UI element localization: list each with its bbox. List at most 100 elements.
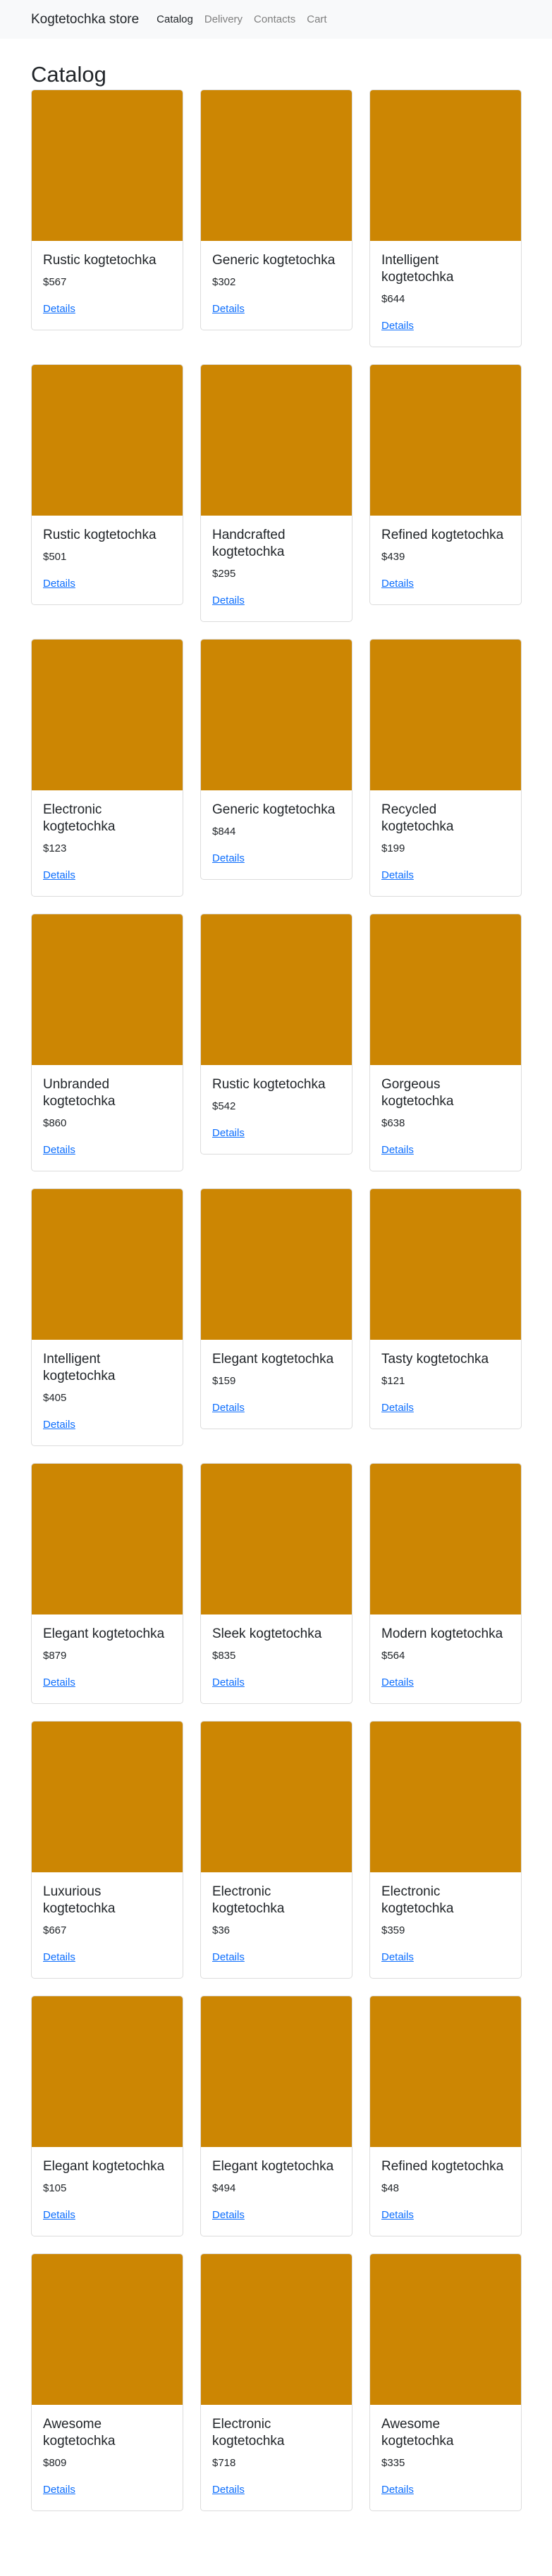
product-details-link[interactable]: Details xyxy=(43,2484,75,2496)
product-price: $405 xyxy=(43,1392,67,1404)
product-card-body: Unbranded kogtetochka $860 Details xyxy=(32,1065,183,1171)
product-details-link[interactable]: Details xyxy=(43,1419,75,1431)
product-image xyxy=(370,1996,521,2147)
nav-link-delivery[interactable]: Delivery xyxy=(204,13,243,25)
product-price: $501 xyxy=(43,551,67,563)
product-card: Modern kogtetochka $564 Details xyxy=(369,1463,522,1704)
product-details-link[interactable]: Details xyxy=(381,1402,414,1414)
product-card: Recycled kogtetochka $199 Details xyxy=(369,639,522,897)
product-price: $105 xyxy=(43,2182,67,2194)
product-name: Refined kogtetochka xyxy=(381,528,504,542)
product-card-body: Awesome kogtetochka $809 Details xyxy=(32,2405,183,2510)
product-card-body: Awesome kogtetochka $335 Details xyxy=(370,2405,521,2510)
product-details-link[interactable]: Details xyxy=(381,2484,414,2496)
product-name: Electronic kogtetochka xyxy=(212,1884,285,1916)
nav-link-contacts[interactable]: Contacts xyxy=(254,13,295,25)
product-card-body: Recycled kogtetochka $199 Details xyxy=(370,790,521,896)
product-image xyxy=(370,365,521,516)
product-image xyxy=(32,365,183,516)
product-details-link[interactable]: Details xyxy=(381,1676,414,1688)
product-details-link[interactable]: Details xyxy=(43,578,75,590)
product-name: Rustic kogtetochka xyxy=(43,253,157,268)
product-image xyxy=(32,90,183,241)
product-name: Elegant kogtetochka xyxy=(43,2159,165,2174)
product-card-body: Generic kogtetochka $844 Details xyxy=(201,790,352,879)
product-details-link[interactable]: Details xyxy=(381,1951,414,1963)
product-name: Electronic kogtetochka xyxy=(212,2417,285,2449)
product-price: $359 xyxy=(381,1924,405,1936)
product-card: Elegant kogtetochka $494 Details xyxy=(200,1996,352,2236)
product-card-body: Rustic kogtetochka $501 Details xyxy=(32,516,183,604)
product-details-link[interactable]: Details xyxy=(212,852,245,864)
product-card: Gorgeous kogtetochka $638 Details xyxy=(369,914,522,1171)
product-price: $494 xyxy=(212,2182,236,2194)
product-card: Rustic kogtetochka $542 Details xyxy=(200,914,352,1155)
product-card: Elegant kogtetochka $105 Details xyxy=(31,1996,183,2236)
product-details-link[interactable]: Details xyxy=(381,869,414,881)
product-name: Recycled kogtetochka xyxy=(381,802,454,834)
product-price: $835 xyxy=(212,1650,236,1662)
product-details-link[interactable]: Details xyxy=(212,1676,245,1688)
product-image xyxy=(201,2254,352,2405)
product-name: Rustic kogtetochka xyxy=(212,1077,326,1092)
product-details-link[interactable]: Details xyxy=(212,1402,245,1414)
page-title: Catalog xyxy=(31,62,106,87)
product-name: Electronic kogtetochka xyxy=(381,1884,454,1916)
product-image xyxy=(370,90,521,241)
product-name: Sleek kogtetochka xyxy=(212,1626,322,1641)
product-price: $567 xyxy=(43,276,67,288)
product-price: $667 xyxy=(43,1924,67,1936)
product-image xyxy=(201,640,352,790)
product-card-body: Electronic kogtetochka $718 Details xyxy=(201,2405,352,2510)
product-name: Modern kogtetochka xyxy=(381,1626,503,1641)
product-card-body: Handcrafted kogtetochka $295 Details xyxy=(201,516,352,621)
product-image xyxy=(370,1464,521,1614)
product-card: Unbranded kogtetochka $860 Details xyxy=(31,914,183,1171)
product-details-link[interactable]: Details xyxy=(43,2209,75,2221)
product-details-link[interactable]: Details xyxy=(212,2209,245,2221)
navbar: Kogtetochka store Catalog Delivery Conta… xyxy=(0,0,552,39)
product-card-body: Sleek kogtetochka $835 Details xyxy=(201,1614,352,1703)
product-grid: Rustic kogtetochka $567 Details Generic … xyxy=(31,89,552,2511)
product-price: $121 xyxy=(381,1375,405,1387)
product-card: Electronic kogtetochka $123 Details xyxy=(31,639,183,897)
nav-link-cart[interactable]: Cart xyxy=(307,13,326,25)
product-image xyxy=(370,914,521,1065)
product-name: Generic kogtetochka xyxy=(212,802,336,817)
product-name: Elegant kogtetochka xyxy=(212,2159,334,2174)
product-price: $439 xyxy=(381,551,405,563)
product-details-link[interactable]: Details xyxy=(43,303,75,315)
product-card-body: Rustic kogtetochka $542 Details xyxy=(201,1065,352,1154)
product-name: Electronic kogtetochka xyxy=(43,802,116,834)
product-details-link[interactable]: Details xyxy=(43,1676,75,1688)
product-price: $48 xyxy=(381,2182,400,2194)
product-card: Generic kogtetochka $844 Details xyxy=(200,639,352,880)
product-details-link[interactable]: Details xyxy=(381,1144,414,1156)
product-image xyxy=(201,1722,352,1872)
product-details-link[interactable]: Details xyxy=(43,1144,75,1156)
product-details-link[interactable]: Details xyxy=(381,2209,414,2221)
product-card: Electronic kogtetochka $359 Details xyxy=(369,1721,522,1979)
product-details-link[interactable]: Details xyxy=(212,1127,245,1139)
product-details-link[interactable]: Details xyxy=(381,320,414,332)
product-card-body: Electronic kogtetochka $36 Details xyxy=(201,1872,352,1978)
product-details-link[interactable]: Details xyxy=(43,1951,75,1963)
product-image xyxy=(201,365,352,516)
product-card: Generic kogtetochka $302 Details xyxy=(200,89,352,330)
product-card: Sleek kogtetochka $835 Details xyxy=(200,1463,352,1704)
product-details-link[interactable]: Details xyxy=(381,578,414,590)
product-card-body: Intelligent kogtetochka $644 Details xyxy=(370,241,521,347)
product-details-link[interactable]: Details xyxy=(43,869,75,881)
product-card: Elegant kogtetochka $879 Details xyxy=(31,1463,183,1704)
product-image xyxy=(201,914,352,1065)
nav-link-catalog[interactable]: Catalog xyxy=(157,13,193,25)
product-details-link[interactable]: Details xyxy=(212,2484,245,2496)
product-details-link[interactable]: Details xyxy=(212,303,245,315)
brand-link[interactable]: Kogtetochka store xyxy=(31,12,139,27)
product-card: Rustic kogtetochka $567 Details xyxy=(31,89,183,330)
product-image xyxy=(32,640,183,790)
product-price: $159 xyxy=(212,1375,236,1387)
product-name: Handcrafted kogtetochka xyxy=(212,528,286,559)
product-details-link[interactable]: Details xyxy=(212,595,245,606)
product-details-link[interactable]: Details xyxy=(212,1951,245,1963)
